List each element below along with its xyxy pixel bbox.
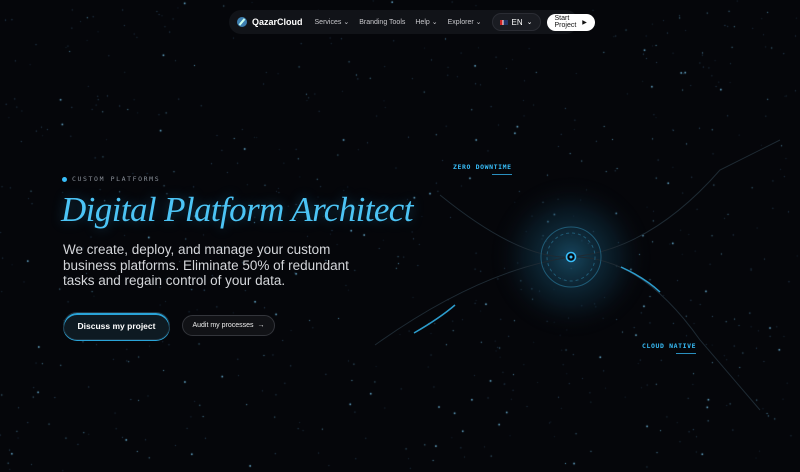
nav-services[interactable]: Services ⌄ xyxy=(315,18,350,26)
dot-icon xyxy=(62,176,67,182)
audit-processes-button[interactable]: Audit my processes → xyxy=(182,315,275,336)
chevron-down-icon: ⌄ xyxy=(475,19,482,26)
start-project-button[interactable]: Start Project ▶ xyxy=(546,13,595,31)
connection-highlight xyxy=(413,304,456,334)
uk-flag-icon xyxy=(499,19,508,25)
top-nav: QazarCloud Services ⌄ Branding Tools Hel… xyxy=(229,10,595,34)
hero-description: We create, deploy, and manage your custo… xyxy=(63,242,349,288)
nav-explorer[interactable]: Explorer ⌄ xyxy=(448,18,482,26)
nav-help[interactable]: Help ⌄ xyxy=(415,18,437,26)
logo-icon xyxy=(237,17,247,27)
nav-branding-tools[interactable]: Branding Tools xyxy=(359,19,405,26)
arrow-right-icon: → xyxy=(257,322,265,329)
chevron-down-icon: ⌄ xyxy=(431,19,438,26)
brand-name: QazarCloud xyxy=(252,17,303,27)
button-label: Audit my processes xyxy=(192,322,254,329)
nav-label: Services xyxy=(314,19,342,26)
discuss-project-button[interactable]: Discuss my project xyxy=(63,312,170,340)
tag-zero-downtime: ZERO DOWNTIME xyxy=(453,163,512,175)
brand-logo[interactable]: QazarCloud xyxy=(237,17,303,27)
button-label: Discuss my project xyxy=(77,321,156,331)
chevron-down-icon: ⌄ xyxy=(343,19,350,26)
hero-title: Digital Platform Architect xyxy=(61,190,413,229)
play-icon: ▶ xyxy=(582,19,587,26)
nav-label: Explorer xyxy=(447,19,474,26)
language-selector[interactable]: EN ⌄ xyxy=(491,13,541,31)
eyebrow: CUSTOM PLATFORMS xyxy=(62,175,160,183)
language-label: EN xyxy=(511,17,523,27)
eyebrow-text: CUSTOM PLATFORMS xyxy=(72,175,161,183)
network-visualization xyxy=(374,139,781,411)
chevron-down-icon: ⌄ xyxy=(526,19,533,26)
cta-label: Start Project xyxy=(554,15,577,29)
nav-label: Help xyxy=(415,19,430,26)
tag-cloud-native: CLOUD NATIVE xyxy=(642,342,697,354)
